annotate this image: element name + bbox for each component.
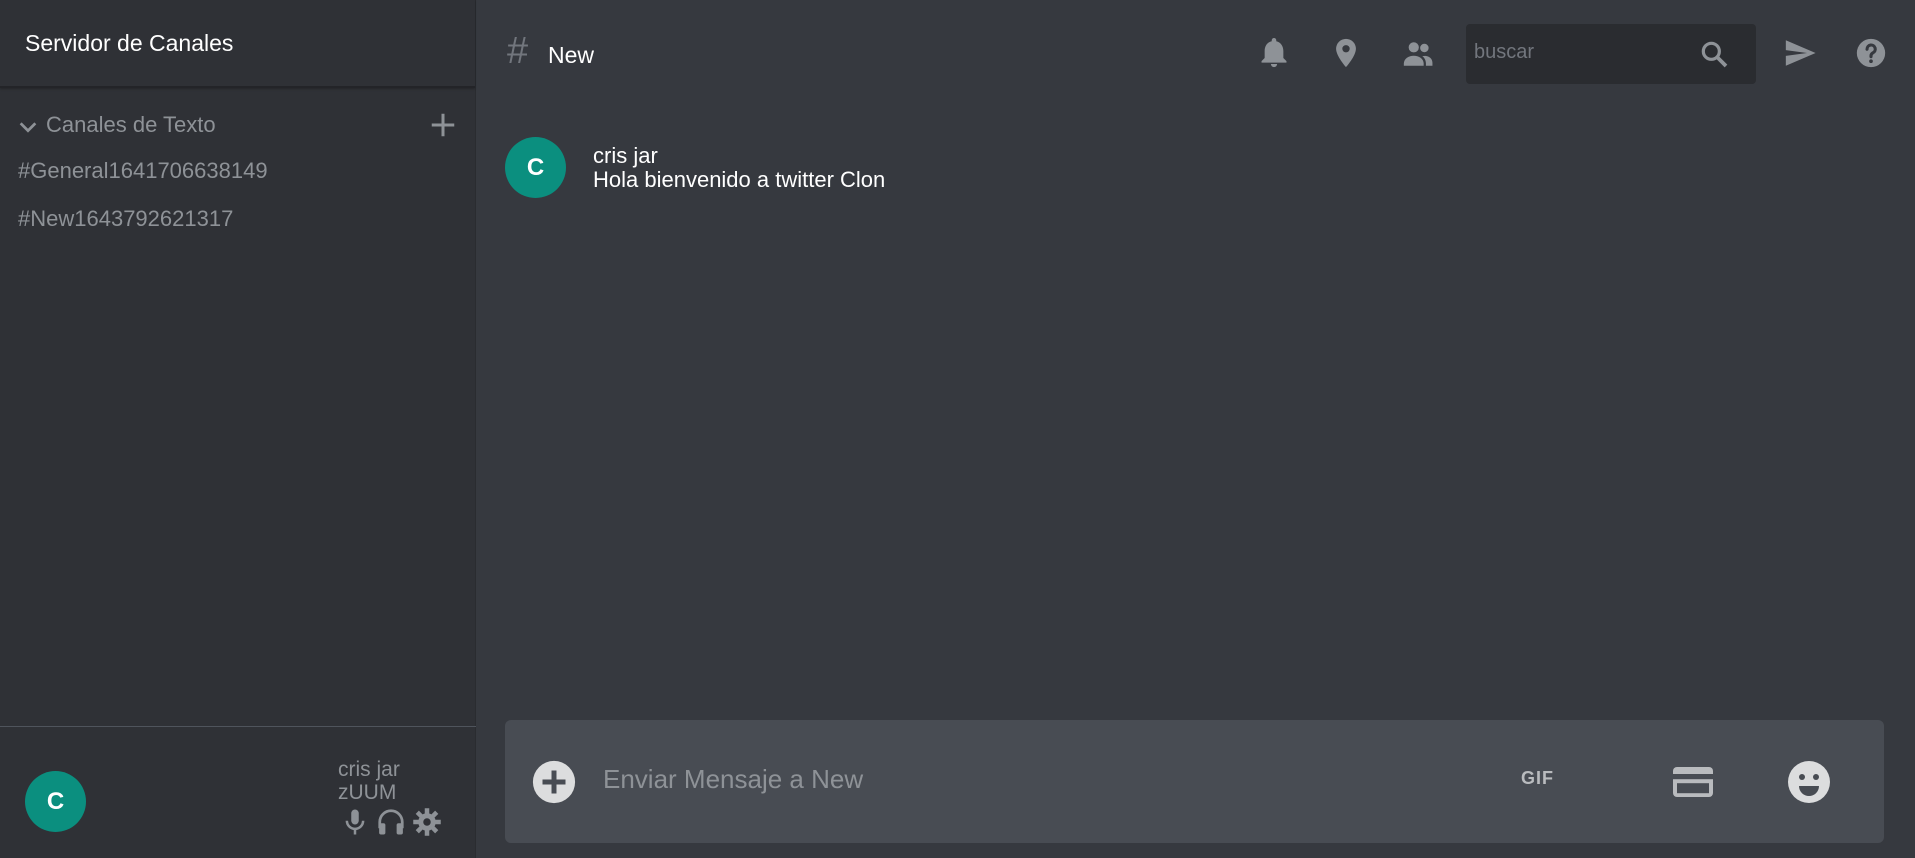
message-text: Hola bienvenido a twitter Clon [593, 167, 886, 192]
section-label: Canales de Texto [46, 112, 216, 137]
pin-icon[interactable] [1329, 36, 1363, 70]
help-icon[interactable] [1854, 36, 1888, 70]
main-panel: # New buscar C cris jar Hola bienvenido … [477, 0, 1915, 858]
bell-icon[interactable] [1257, 36, 1291, 70]
server-title: Servidor de Canales [25, 30, 234, 56]
add-circle-icon[interactable] [531, 759, 577, 805]
server-header[interactable]: Servidor de Canales [0, 0, 475, 88]
sidebar: Servidor de Canales Canales de Texto #Ge… [0, 0, 476, 858]
avatar[interactable]: C [505, 137, 566, 198]
gif-button[interactable]: GIF [1521, 768, 1554, 789]
headphones-icon[interactable] [376, 807, 406, 837]
message-input[interactable] [603, 764, 1643, 795]
people-icon[interactable] [1401, 36, 1435, 70]
message-author[interactable]: cris jar [593, 143, 658, 169]
emoji-icon[interactable] [1785, 758, 1833, 806]
channel-item-new[interactable]: #New1643792621317 [18, 206, 233, 232]
channel-item-general[interactable]: #General1641706638149 [18, 158, 268, 184]
search-icon[interactable] [1698, 38, 1730, 70]
plus-icon[interactable] [428, 110, 458, 140]
mic-icon[interactable] [340, 807, 370, 837]
message-composer: GIF [505, 720, 1884, 843]
search-input[interactable] [1474, 41, 1704, 64]
text-channels-section[interactable]: Canales de Texto [0, 107, 475, 159]
username: cris jar [338, 758, 400, 781]
channel-header: # New [477, 0, 1915, 108]
channel-title: New [548, 42, 595, 68]
card-icon[interactable] [1669, 758, 1717, 806]
chevron-down-icon[interactable] [17, 116, 39, 138]
user-tag: zUUM [338, 781, 397, 804]
app-window: Servidor de Canales Canales de Texto #Ge… [0, 0, 1915, 858]
send-icon[interactable] [1783, 36, 1817, 70]
avatar[interactable]: C [25, 771, 86, 832]
gear-icon[interactable] [412, 807, 442, 837]
hash-icon: # [507, 30, 529, 72]
search-box[interactable] [1466, 24, 1756, 84]
user-panel: C cris jar zUUM [0, 726, 476, 858]
